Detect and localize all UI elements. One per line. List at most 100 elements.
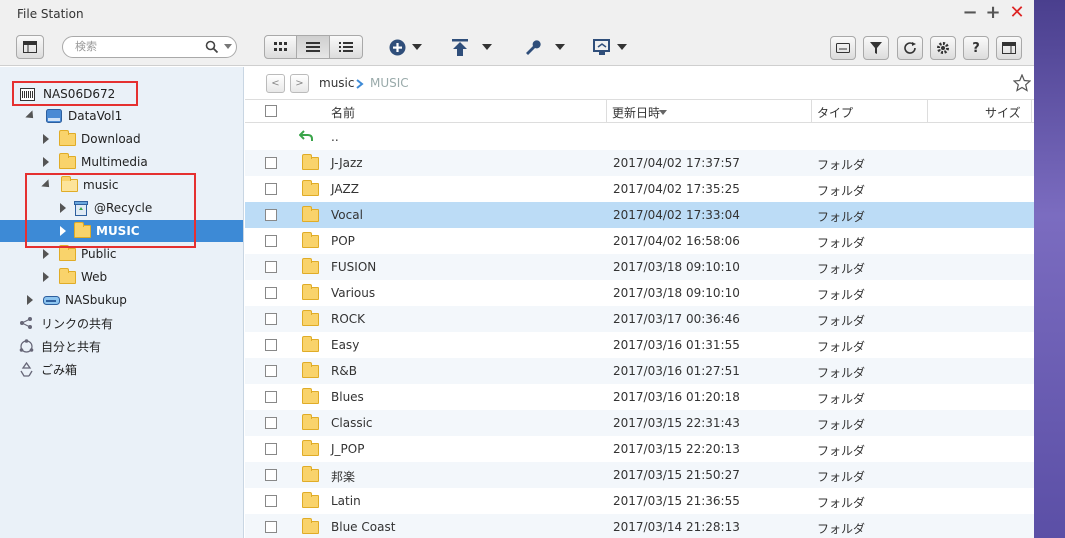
detail-view-button[interactable]	[330, 35, 363, 59]
file-row[interactable]: Blue Coast 2017/03/14 21:28:13 フォルダ	[245, 514, 1034, 538]
tree-label: NASbukup	[65, 293, 127, 307]
row-checkbox[interactable]	[265, 235, 277, 247]
expand-arrow-icon[interactable]	[25, 110, 37, 122]
grid-icon	[273, 42, 287, 51]
expand-arrow-icon[interactable]	[43, 134, 49, 144]
row-checkbox[interactable]	[265, 261, 277, 273]
row-checkbox[interactable]	[265, 365, 277, 377]
file-row[interactable]: Vocal 2017/04/02 17:33:04 フォルダ	[245, 202, 1034, 228]
tree-item-nasbukup[interactable]: NASbukup	[0, 289, 243, 311]
back-button[interactable]: <	[266, 74, 285, 93]
network-drive-icon	[43, 296, 60, 305]
row-checkbox[interactable]	[265, 391, 277, 403]
expand-arrow-icon[interactable]	[27, 295, 33, 305]
tree-item-datavol1[interactable]: DataVol1	[0, 105, 243, 127]
refresh-button[interactable]	[897, 36, 923, 60]
file-row[interactable]: POP 2017/04/02 16:58:06 フォルダ	[245, 228, 1034, 254]
tools-menu-button[interactable]	[523, 37, 565, 57]
breadcrumb: < > music MUSIC	[245, 67, 1034, 99]
filter-button[interactable]	[863, 36, 889, 60]
create-menu-button[interactable]	[389, 37, 422, 57]
column-type[interactable]: タイプ	[817, 104, 853, 121]
filter-icon	[870, 42, 882, 54]
thumbnail-view-button[interactable]	[264, 35, 297, 59]
tree-item-download[interactable]: Download	[0, 128, 243, 150]
file-name: Latin	[331, 494, 361, 508]
file-type: フォルダ	[817, 392, 866, 406]
row-checkbox[interactable]	[265, 339, 277, 351]
tree-item-recycle-bin[interactable]: ごみ箱	[0, 358, 243, 380]
favorite-star-icon[interactable]	[1013, 74, 1031, 92]
toggle-sidebar-button[interactable]	[16, 35, 44, 59]
row-checkbox[interactable]	[265, 183, 277, 195]
folder-icon	[302, 258, 319, 274]
row-checkbox[interactable]	[265, 469, 277, 481]
file-name: POP	[331, 234, 355, 248]
settings-button[interactable]	[930, 36, 956, 60]
help-button[interactable]: ?	[963, 36, 989, 60]
list-view-button[interactable]	[297, 35, 330, 59]
select-all-checkbox[interactable]	[265, 105, 277, 117]
file-row[interactable]: Easy 2017/03/16 01:31:55 フォルダ	[245, 332, 1034, 358]
upload-menu-button[interactable]	[452, 37, 492, 57]
row-checkbox[interactable]	[265, 313, 277, 325]
breadcrumb-parent[interactable]: music	[319, 76, 354, 90]
row-checkbox[interactable]	[265, 209, 277, 221]
file-row[interactable]: Various 2017/03/18 09:10:10 フォルダ	[245, 280, 1034, 306]
expand-arrow-icon[interactable]	[43, 272, 49, 282]
storage-button[interactable]	[830, 36, 856, 60]
file-row[interactable]: FUSION 2017/03/18 09:10:10 フォルダ	[245, 254, 1034, 280]
file-name: J-Jazz	[331, 156, 363, 170]
parent-label: ..	[331, 130, 339, 144]
search-icon[interactable]	[205, 40, 219, 54]
expand-arrow-icon[interactable]	[43, 249, 49, 259]
file-row[interactable]: J_POP 2017/03/15 22:20:13 フォルダ	[245, 436, 1034, 462]
close-button[interactable]: ✕	[1008, 4, 1026, 22]
minimize-button[interactable]: −	[961, 4, 979, 22]
file-modified: 2017/03/14 21:28:13	[613, 520, 740, 534]
row-checkbox[interactable]	[265, 157, 277, 169]
tree-item-link-share[interactable]: リンクの共有	[0, 312, 243, 334]
folder-icon	[302, 310, 319, 326]
column-name[interactable]: 名前	[331, 104, 355, 121]
file-name: Various	[331, 286, 376, 300]
row-checkbox[interactable]	[265, 495, 277, 507]
tree-item-shared-with-me[interactable]: 自分と共有	[0, 335, 243, 357]
file-name: ROCK	[331, 312, 366, 326]
forward-button[interactable]: >	[290, 74, 309, 93]
file-row[interactable]: Classic 2017/03/15 22:31:43 フォルダ	[245, 410, 1034, 436]
row-checkbox[interactable]	[265, 521, 277, 533]
file-row[interactable]: J-Jazz 2017/04/02 17:37:57 フォルダ	[245, 150, 1034, 176]
info-panel-button[interactable]	[996, 36, 1022, 60]
column-modified[interactable]: 更新日時	[612, 104, 660, 121]
tree-item-web[interactable]: Web	[0, 266, 243, 288]
file-row[interactable]: Blues 2017/03/16 01:20:18 フォルダ	[245, 384, 1034, 410]
file-row[interactable]: R&B 2017/03/16 01:27:51 フォルダ	[245, 358, 1034, 384]
file-name: Classic	[331, 416, 373, 430]
file-row[interactable]: 邦楽 2017/03/15 21:50:27 フォルダ	[245, 462, 1034, 488]
file-name: Easy	[331, 338, 360, 352]
tree-item-multimedia[interactable]: Multimedia	[0, 151, 243, 173]
folder-icon	[302, 206, 319, 222]
expand-arrow-icon[interactable]	[43, 157, 49, 167]
file-row[interactable]: ROCK 2017/03/17 00:36:46 フォルダ	[245, 306, 1034, 332]
maximize-button[interactable]: +	[984, 4, 1002, 22]
list-icon	[306, 42, 320, 52]
title-bar: File Station − + ✕	[0, 0, 1034, 28]
folder-icon	[302, 362, 319, 378]
column-divider	[1031, 100, 1032, 122]
file-row[interactable]: Latin 2017/03/15 21:36:55 フォルダ	[245, 488, 1034, 514]
folder-icon	[59, 129, 76, 146]
folder-icon	[302, 154, 319, 170]
share-menu-button[interactable]	[593, 37, 627, 57]
breadcrumb-current: MUSIC	[370, 76, 409, 90]
search-options-chevron-icon[interactable]	[224, 44, 232, 49]
row-checkbox[interactable]	[265, 417, 277, 429]
file-row[interactable]: JAZZ 2017/04/02 17:35:25 フォルダ	[245, 176, 1034, 202]
column-size[interactable]: サイズ	[985, 104, 1021, 121]
folder-tree-sidebar: NAS06D672 DataVol1 Download Multimedia m…	[0, 67, 244, 538]
row-checkbox[interactable]	[265, 443, 277, 455]
parent-folder-row[interactable]: ..	[245, 124, 1034, 150]
file-type: フォルダ	[817, 470, 866, 484]
row-checkbox[interactable]	[265, 287, 277, 299]
